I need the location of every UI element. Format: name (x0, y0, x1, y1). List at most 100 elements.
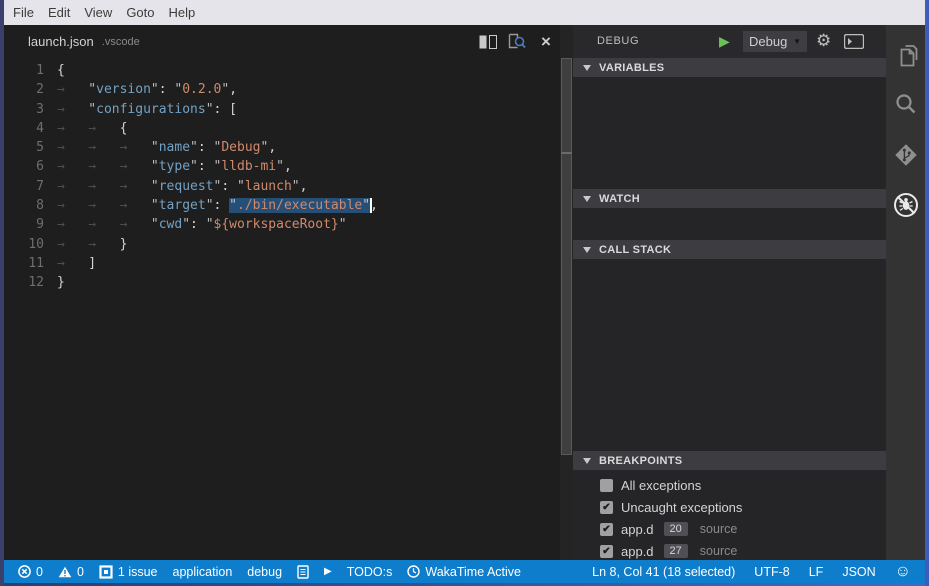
collapse-arrow-icon (583, 196, 591, 202)
close-icon[interactable]: × (537, 34, 555, 50)
editor-titlebar: launch.json .vscode × (4, 25, 560, 58)
play-icon: ▶ (324, 566, 332, 577)
code-text: →"version": "0.2.0", (57, 80, 237, 99)
code-token: ] (88, 256, 96, 271)
code-line[interactable]: 7→→→"request": "launch", (4, 177, 560, 196)
status-file[interactable] (297, 565, 309, 579)
section-header-breakpoints[interactable]: BREAKPOINTS (573, 451, 886, 470)
code-token: } (57, 275, 65, 290)
menu-item-view[interactable]: View (77, 0, 119, 25)
section-header-watch[interactable]: WATCH (573, 189, 886, 208)
line-number: 2 (4, 80, 44, 99)
status-debug-target[interactable]: debug (247, 565, 282, 579)
tab-whitespace-icon: → (57, 215, 88, 234)
menu-item-file[interactable]: File (6, 0, 41, 25)
code-line[interactable]: 3→"configurations": [ (4, 100, 560, 119)
code-token: " (151, 198, 159, 213)
status-bar: 0 0 1 issue application debug ▶ TODO:s WakaTime… (4, 560, 925, 583)
code-line[interactable]: 8→→→"target": "./bin/executable", (4, 196, 560, 215)
status-run[interactable]: ▶ (324, 566, 332, 577)
code-token: " (88, 82, 96, 97)
code-token: cwd (159, 217, 182, 232)
code-text: →→→"name": "Debug", (57, 138, 276, 157)
menu-item-goto[interactable]: Goto (119, 0, 161, 25)
menubar: FileEditViewGotoHelp (4, 0, 925, 25)
menu-item-help[interactable]: Help (162, 0, 203, 25)
code-token: 0.2.0 (182, 82, 221, 97)
status-cursor-position-text: Ln 8, Col 41 (18 selected) (592, 565, 735, 579)
activity-item-files[interactable] (886, 39, 925, 79)
code-line[interactable]: 2→"version": "0.2.0", (4, 80, 560, 99)
chevron-down-icon: ▼ (793, 37, 801, 46)
tab-whitespace-icon: → (57, 138, 88, 157)
tab-whitespace-icon: → (120, 215, 151, 234)
tab-whitespace-icon: → (88, 138, 119, 157)
status-warnings[interactable]: 0 (58, 565, 84, 579)
code-token: : (198, 140, 214, 155)
breakpoint-row[interactable]: ✔ Uncaught exceptions (573, 496, 886, 518)
code-line[interactable]: 4→→{ (4, 119, 560, 138)
breakpoint-checkbox[interactable]: ✔ (600, 501, 613, 514)
editor-title-detail: .vscode (102, 36, 140, 48)
breakpoint-row[interactable]: ✔app.d27source (573, 540, 886, 562)
status-cursor-position[interactable]: Ln 8, Col 41 (18 selected) (592, 565, 735, 579)
tab-whitespace-icon: → (88, 177, 119, 196)
breakpoint-checkbox[interactable] (600, 479, 613, 492)
activity-item-source-control[interactable] (886, 137, 925, 177)
status-encoding[interactable]: UTF-8 (754, 565, 789, 579)
section-header-call-stack[interactable]: CALL STACK (573, 240, 886, 259)
code-line[interactable]: 1{ (4, 61, 560, 80)
code-token: " (151, 82, 159, 97)
code-token: " (190, 140, 198, 155)
status-wakatime[interactable]: WakaTime Active (407, 565, 521, 579)
code-token: " (206, 102, 214, 117)
breakpoint-row[interactable]: All exceptions (573, 474, 886, 496)
open-preview-icon[interactable] (508, 34, 526, 50)
line-number: 1 (4, 61, 44, 80)
code-line[interactable]: 9→→→"cwd": "${workspaceRoot}" (4, 215, 560, 234)
code-line[interactable]: 12} (4, 273, 560, 292)
status-application[interactable]: application (173, 565, 233, 579)
split-editor-icon[interactable] (479, 34, 497, 50)
breakpoint-label: app.d (621, 544, 654, 559)
variables-content (573, 77, 886, 189)
debug-config-dropdown[interactable]: Debug ▼ (743, 31, 807, 52)
code-token: " (229, 198, 237, 213)
tab-whitespace-icon: → (57, 100, 88, 119)
editor-scrollbar[interactable] (560, 25, 573, 560)
breakpoint-label: Uncaught exceptions (621, 500, 742, 515)
code-line[interactable]: 6→→→"type": "lldb-mi", (4, 157, 560, 176)
status-feedback[interactable]: ☺ (895, 564, 911, 580)
debug-config-value: Debug (749, 34, 787, 49)
status-eol[interactable]: LF (809, 565, 824, 579)
breakpoint-row[interactable]: ✔app.d20source (573, 518, 886, 540)
code-text: { (57, 61, 65, 80)
issue-icon (99, 565, 113, 579)
code-token: " (292, 179, 300, 194)
section-header-variables[interactable]: VARIABLES (573, 58, 886, 77)
status-wakatime-text: WakaTime Active (425, 565, 521, 579)
breakpoint-checkbox[interactable]: ✔ (600, 545, 613, 558)
status-eol-text: LF (809, 565, 824, 579)
scrollbar-thumb[interactable] (561, 58, 572, 455)
code-line[interactable]: 11→] (4, 254, 560, 273)
line-number: 10 (4, 235, 44, 254)
status-language-mode[interactable]: JSON (842, 565, 875, 579)
activity-item-debug[interactable] (886, 187, 925, 227)
status-todos[interactable]: TODO:s (347, 565, 393, 579)
activity-item-search[interactable] (886, 87, 925, 127)
configure-gear-icon[interactable]: ⚙ (816, 30, 831, 52)
code-line[interactable]: 10→→} (4, 235, 560, 254)
status-issues[interactable]: 1 issue (99, 565, 158, 579)
tab-whitespace-icon: → (57, 254, 88, 273)
code-line[interactable]: 5→→→"name": "Debug", (4, 138, 560, 157)
start-debug-button[interactable]: ▶ (719, 33, 735, 49)
status-issues-text: 1 issue (118, 565, 158, 579)
menu-item-edit[interactable]: Edit (41, 0, 77, 25)
tab-whitespace-icon: → (120, 157, 151, 176)
breakpoint-checkbox[interactable]: ✔ (600, 523, 613, 536)
code-token: " (339, 217, 347, 232)
code-editor[interactable]: 1{2→"version": "0.2.0",3→"configurations… (4, 58, 560, 293)
debug-console-icon[interactable] (844, 34, 864, 49)
status-errors[interactable]: 0 (18, 565, 43, 579)
